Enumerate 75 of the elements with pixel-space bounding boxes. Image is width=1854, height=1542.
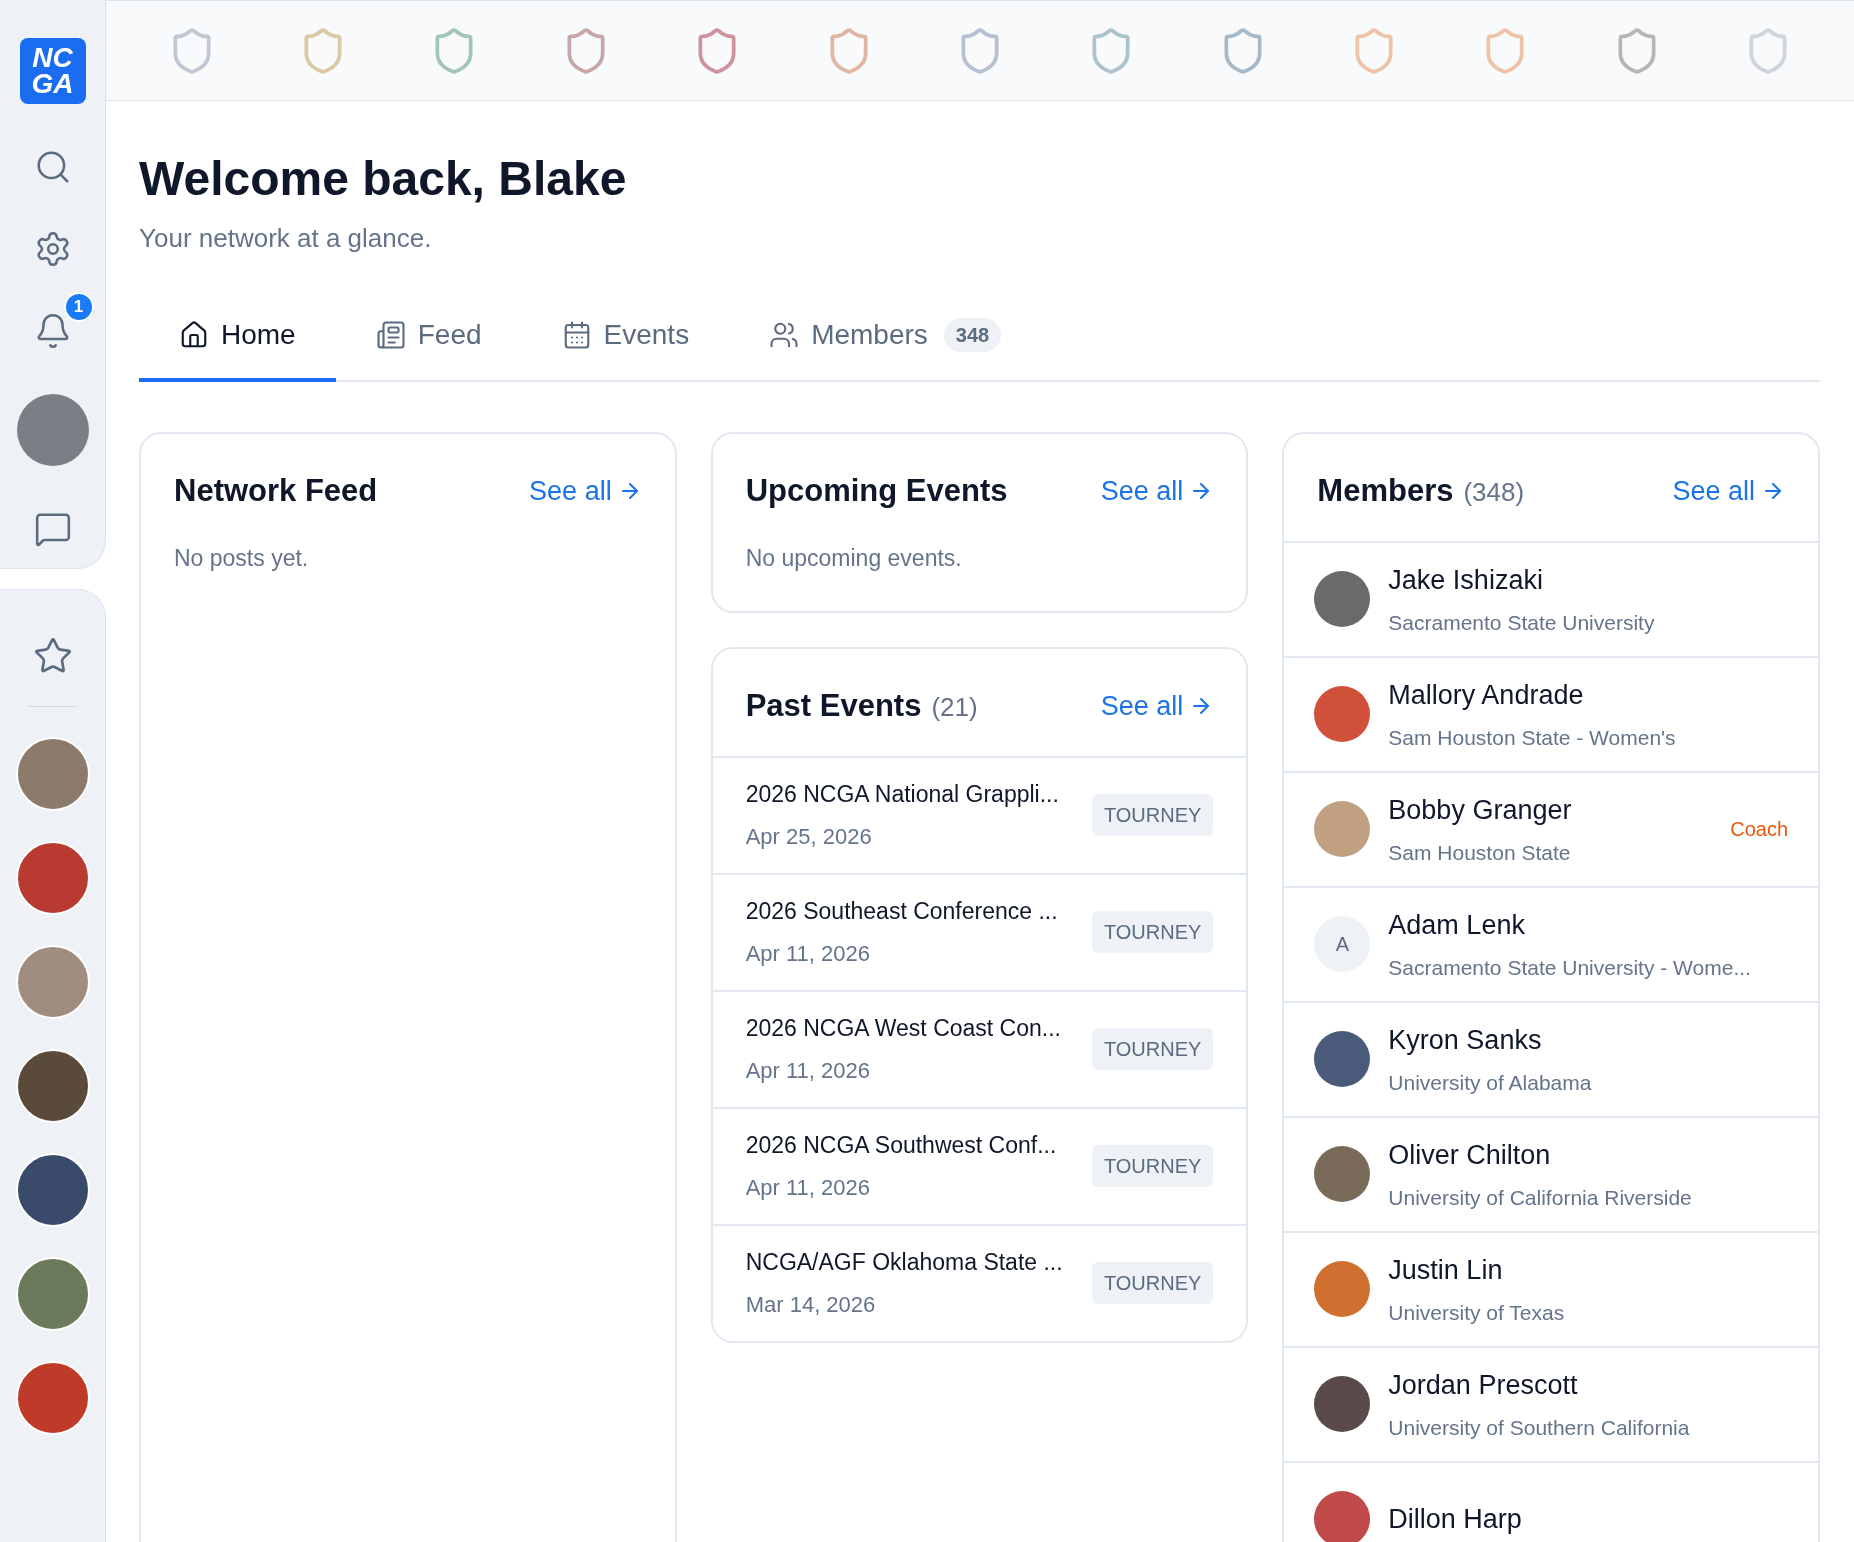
event-row[interactable]: 2026 NCGA Southwest Conf... Apr 11, 2026 TOURNEY (712, 1106, 1247, 1224)
member-row[interactable]: Jake Ishizaki Sacramento State University (1284, 540, 1818, 656)
member-row[interactable]: Oliver Chilton University of California Riverside (1284, 1115, 1818, 1231)
count-badge: 348 (943, 318, 1002, 352)
event-name: 2026 Southeast Conference ... (745, 897, 1058, 927)
card-title: Upcoming Events (745, 472, 1008, 510)
event-date: Mar 14, 2026 (745, 1290, 877, 1319)
tab-icon (769, 320, 800, 350)
event-date: Apr 11, 2026 (745, 1056, 871, 1085)
event-name: NCGA/AGF Oklahoma State ... (745, 1248, 1063, 1278)
logo-text: NC (32, 45, 73, 71)
card-title: Network Feed (174, 472, 378, 510)
member-row[interactable]: Dillon Harp (1284, 1460, 1818, 1542)
event-row[interactable]: 2026 Southeast Conference ... Apr 11, 2026 TOURNEY (712, 872, 1247, 990)
member-name: Jordan Prescott (1388, 1369, 1579, 1402)
event-row[interactable]: NCGA/AGF Oklahoma State ... Mar 14, 2026 TOURNEY (712, 1223, 1247, 1341)
event-row[interactable]: 2026 NCGA National Grappli... Apr 25, 2026 TOURNEY (712, 755, 1247, 873)
member-school: University of Alabama (1388, 1069, 1593, 1096)
member-name: Bobby Granger (1388, 794, 1573, 827)
see-all-link[interactable]: See all (529, 471, 642, 512)
member-school: Sacramento State University - Wome... (1388, 954, 1752, 981)
member-school: Sam Houston State (1388, 839, 1572, 866)
card-count: (348) (1463, 476, 1525, 509)
event-name: 2026 NCGA West Coast Con... (745, 1014, 1061, 1044)
tab[interactable]: Events (521, 308, 730, 382)
page-title: Welcome back, Blake (139, 151, 628, 207)
member-row[interactable]: A Adam Lenk Sacramento State University - Wome... (1284, 885, 1818, 1001)
message-icon[interactable] (33, 510, 72, 548)
member-row[interactable]: Kyron Sanks University of Alabama (1284, 1000, 1818, 1116)
event-type-tag: TOURNEY (1091, 794, 1214, 836)
member-name: Justin Lin (1388, 1254, 1504, 1287)
member-name: Jake Ishizaki (1388, 564, 1544, 597)
member-school: Sacramento State University (1388, 609, 1656, 636)
notification-badge: 1 (63, 292, 94, 322)
card-title: Past Events (745, 687, 922, 725)
event-type-tag: TOURNEY (1091, 911, 1214, 953)
event-date: Apr 11, 2026 (745, 1173, 871, 1202)
tab[interactable]: Feed (335, 308, 522, 382)
member-name: Dillon Harp (1388, 1502, 1523, 1536)
ncga-logo[interactable]: NC GA (19, 38, 86, 104)
event-type-tag: TOURNEY (1091, 1145, 1214, 1187)
empty-message: No upcoming events. (744, 543, 963, 573)
member-row[interactable]: Bobby Granger Sam Houston State Coach (1284, 770, 1818, 886)
logo-text: GA (31, 71, 74, 97)
card-title: Members (1317, 472, 1454, 510)
event-type-tag: TOURNEY (1091, 1262, 1214, 1304)
see-all-link[interactable]: See all (1672, 471, 1785, 512)
page-subtitle: Your network at a glance. (139, 222, 433, 255)
member-name: Adam Lenk (1388, 909, 1526, 942)
role-label: Coach (1730, 817, 1788, 842)
avatar-initial: A (1314, 916, 1371, 972)
see-all-link[interactable]: See all (1100, 686, 1214, 727)
event-type-tag: TOURNEY (1091, 1028, 1214, 1070)
member-name: Mallory Andrade (1388, 679, 1585, 712)
card-count: (21) (931, 691, 978, 724)
event-date: Apr 11, 2026 (745, 939, 871, 968)
member-school: University of California Riverside (1388, 1184, 1693, 1211)
member-school: University of Texas (1388, 1299, 1566, 1326)
tab[interactable]: Home (139, 308, 336, 382)
member-school: University of Southern California (1388, 1414, 1691, 1441)
event-name: 2026 NCGA National Grappli... (745, 780, 1059, 810)
member-name: Kyron Sanks (1388, 1024, 1543, 1057)
member-school: Sam Houston State - Women's (1388, 724, 1677, 751)
member-name: Oliver Chilton (1388, 1139, 1552, 1172)
see-all-link[interactable]: See all (1100, 471, 1214, 512)
member-row[interactable]: Jordan Prescott University of Southern California (1284, 1345, 1818, 1461)
member-row[interactable]: Justin Lin University of Texas (1284, 1230, 1818, 1346)
tab[interactable]: Members 348 (729, 308, 1042, 382)
member-row[interactable]: Mallory Andrade Sam Houston State - Women's (1284, 655, 1818, 771)
event-row[interactable]: 2026 NCGA West Coast Con... Apr 11, 2026 TOURNEY (712, 989, 1247, 1107)
tab-icon (375, 320, 406, 350)
empty-message: No posts yet. (173, 543, 310, 573)
tab-icon (179, 320, 209, 350)
event-name: 2026 NCGA Southwest Conf... (745, 1131, 1057, 1161)
event-date: Apr 25, 2026 (745, 822, 873, 851)
